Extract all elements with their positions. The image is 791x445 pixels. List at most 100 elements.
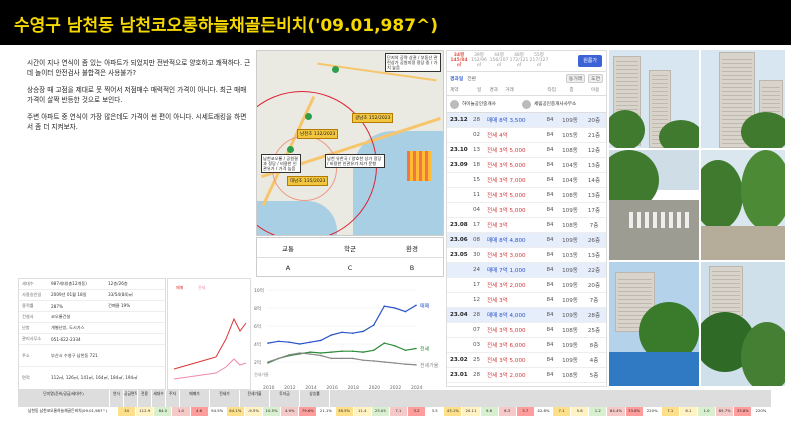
table-row[interactable]: 23.09 18 전세 3억 5,000 84 104동 13층 <box>447 158 606 173</box>
table-row[interactable]: 03 전세 3억 6,000 84 109동 8층 <box>447 338 606 353</box>
tab-area[interactable]: 48평 172/121㎡ <box>509 51 529 71</box>
column-header: 단지명(준비/공급/세대수) <box>18 390 110 407</box>
row-type: 84 <box>546 132 554 138</box>
row-type: 84 <box>546 207 554 213</box>
grade-value: A <box>285 264 291 272</box>
tab-area[interactable]: 44평 156/107㎡ <box>489 51 509 71</box>
apartment-photo <box>701 262 785 386</box>
data-point <box>298 352 301 354</box>
table-cell: 6.1 <box>679 407 698 416</box>
table-cell: 38.5% <box>335 407 354 416</box>
row-type: 84 <box>546 117 554 123</box>
table-row[interactable]: 23.06 08 매매 8억 4,800 84 109동 26층 <box>447 233 606 248</box>
table-header-row: 단지명(준비/공급/세대수) 연식 공급면적 전용 세대수 주차 매매가 전세가 전세가율 투자금… <box>18 390 771 407</box>
table-row[interactable]: 23.02 25 전세 3억 5,000 84 109동 4층 <box>447 353 606 368</box>
data-point <box>330 357 333 360</box>
row-type: 84 <box>546 342 554 348</box>
row-price: 전세 3억 7,000 <box>487 178 526 184</box>
map-callout: 남천코오롱 / 공원결과 정당 / 비용한 인관유가 / 가격 높음 <box>261 154 301 173</box>
description-paragraph: 시간이 지나 연식이 좀 있는 아파트가 되었지만 전반적으로 양호하고 쾌적하… <box>27 59 251 77</box>
table-cell: 3.2 <box>408 407 427 416</box>
data-point <box>383 361 386 363</box>
table-row[interactable]: 17 전세 3억 2,000 84 109동 20층 <box>447 278 606 293</box>
row-type: 84 <box>546 147 554 153</box>
filter-label[interactable]: 경과일 <box>450 75 463 82</box>
filter-chip[interactable]: 동거래 <box>565 74 586 83</box>
transaction-panel: 34평 145/84㎡ 39평 152/96㎡ 44평 156/107㎡ 48평 172… <box>446 50 607 387</box>
table-row[interactable]: 24 매매 7억 1,000 84 109동 22층 <box>447 263 606 278</box>
row-floor: 13층 <box>587 163 601 169</box>
data-point <box>341 357 343 360</box>
table-row[interactable]: 23.10 13 전세 3억 5,000 84 108동 12층 <box>447 143 606 158</box>
table-row[interactable]: 07 전세 3억 5,000 84 108동 25층 <box>447 323 606 338</box>
data-point <box>298 343 301 345</box>
location-map[interactable]: 단지의 공략 상권 / 부동산 관련상가 공원지정 정당 중 / 가치 높음 남… <box>256 50 444 236</box>
table-cell: 10.5% <box>263 407 282 416</box>
data-point <box>351 357 354 360</box>
transaction-list: 23.12 28 매매 8억 3,500 84 109동 20층 02 전세 4억 84 105동… <box>447 113 606 383</box>
row-dong: 108동 <box>562 328 578 334</box>
filter-chip[interactable]: 도면 <box>588 74 603 83</box>
row-day: 17 <box>472 222 481 228</box>
table-cell: 11.4 <box>353 407 372 416</box>
tab-area[interactable]: 55평 217/127㎡ <box>529 51 549 71</box>
tab-area[interactable]: 34평 145/84㎡ <box>449 51 469 71</box>
table-row[interactable]: 23.08 17 전세 3억 84 108동 7층 <box>447 218 606 233</box>
mini-series-rent <box>173 358 247 380</box>
row-type: 84 <box>546 297 554 303</box>
data-point <box>372 360 375 362</box>
data-point <box>288 341 290 343</box>
row-day: 03 <box>472 342 481 348</box>
data-point <box>415 347 417 350</box>
table-row[interactable]: 23.04 28 매매 8억 4,000 84 109동 28층 <box>447 308 606 323</box>
data-point <box>415 304 417 307</box>
row-price: 전세 3억 2,000 <box>487 283 526 289</box>
info-row: 주소 부산시 수영구 남천동 721 <box>19 345 165 367</box>
table-row[interactable]: 23.12 28 매매 8억 3,500 84 109동 20층 <box>447 113 606 128</box>
data-point <box>320 354 322 357</box>
table-row[interactable]: 11 전세 3억 5,000 84 108동 13층 <box>447 188 606 203</box>
table-cell: 64.1% <box>226 407 245 416</box>
table-row[interactable]: 04 전세 3억 5,000 84 109동 17층 <box>447 203 606 218</box>
table-cell: 43.1% <box>444 407 463 416</box>
row-type: 84 <box>546 357 554 363</box>
row-date: 23.10 <box>450 147 468 153</box>
table-row[interactable]: 23.05 30 전세 3억 3,000 84 103동 13층 <box>447 248 606 263</box>
apartment-photo <box>609 262 699 386</box>
school-tag: 대남초 135/2023 <box>287 176 329 186</box>
table-cell: 21.1% <box>317 407 336 416</box>
table-row[interactable]: 02 전세 4억 84 105동 21층 <box>447 128 606 143</box>
row-dong: 109동 <box>562 208 578 214</box>
table-cell: 1.2 <box>589 407 608 416</box>
tab-area[interactable]: 39평 152/96㎡ <box>469 51 489 71</box>
info-row: 사용승인일 2009년 01월 18일 33/54(84)㎡ <box>19 290 165 301</box>
row-price: 매매 8억 4,000 <box>487 313 526 319</box>
table-cell: 79.6% <box>299 407 318 416</box>
row-type: 84 <box>546 252 554 258</box>
table-row[interactable]: 23.01 28 전세 3억 2,000 84 108동 5층 <box>447 368 606 383</box>
row-day: 13 <box>472 147 481 153</box>
filter-mode[interactable]: 전환 <box>467 75 476 82</box>
agent-row[interactable]: 하이늘공인중개사 세림공인중개사사무소 <box>447 96 606 113</box>
grade-category: 교통 <box>282 244 294 253</box>
row-date: 23.12 <box>450 117 468 123</box>
area-tabs: 34평 145/84㎡ 39평 152/96㎡ 44평 156/107㎡ 48평 172… <box>447 51 606 72</box>
table-cell: -9.5% <box>244 407 263 416</box>
table-row[interactable]: 15 전세 3억 7,000 84 104동 14층 <box>447 173 606 188</box>
table-cell: 1.0 <box>698 407 717 416</box>
row-price: 매매 8억 3,500 <box>487 118 526 124</box>
table-row[interactable]: 12 전세 3억 84 109동 7층 <box>447 293 606 308</box>
data-point <box>277 357 280 360</box>
apartment-photo <box>609 50 699 148</box>
row-price: 전세 3억 5,000 <box>487 148 526 154</box>
price-trend-chart: 10억 8억 6억 4억 2억 2010 2012 2014 2016 2018 2020 2022 2… <box>254 282 444 393</box>
mini-legend: 전세 <box>198 284 206 290</box>
action-button[interactable]: 원룸가 <box>578 55 602 67</box>
column-header: 세대수 <box>152 390 166 407</box>
data-point <box>404 349 407 352</box>
table-cell: 4.6 <box>190 407 209 416</box>
table-cell: 112.9 <box>136 407 155 416</box>
filter-bar: 경과일 전환 동거래 도면 <box>447 72 606 85</box>
grade-value: C <box>347 264 353 272</box>
row-day: 12 <box>472 297 481 303</box>
